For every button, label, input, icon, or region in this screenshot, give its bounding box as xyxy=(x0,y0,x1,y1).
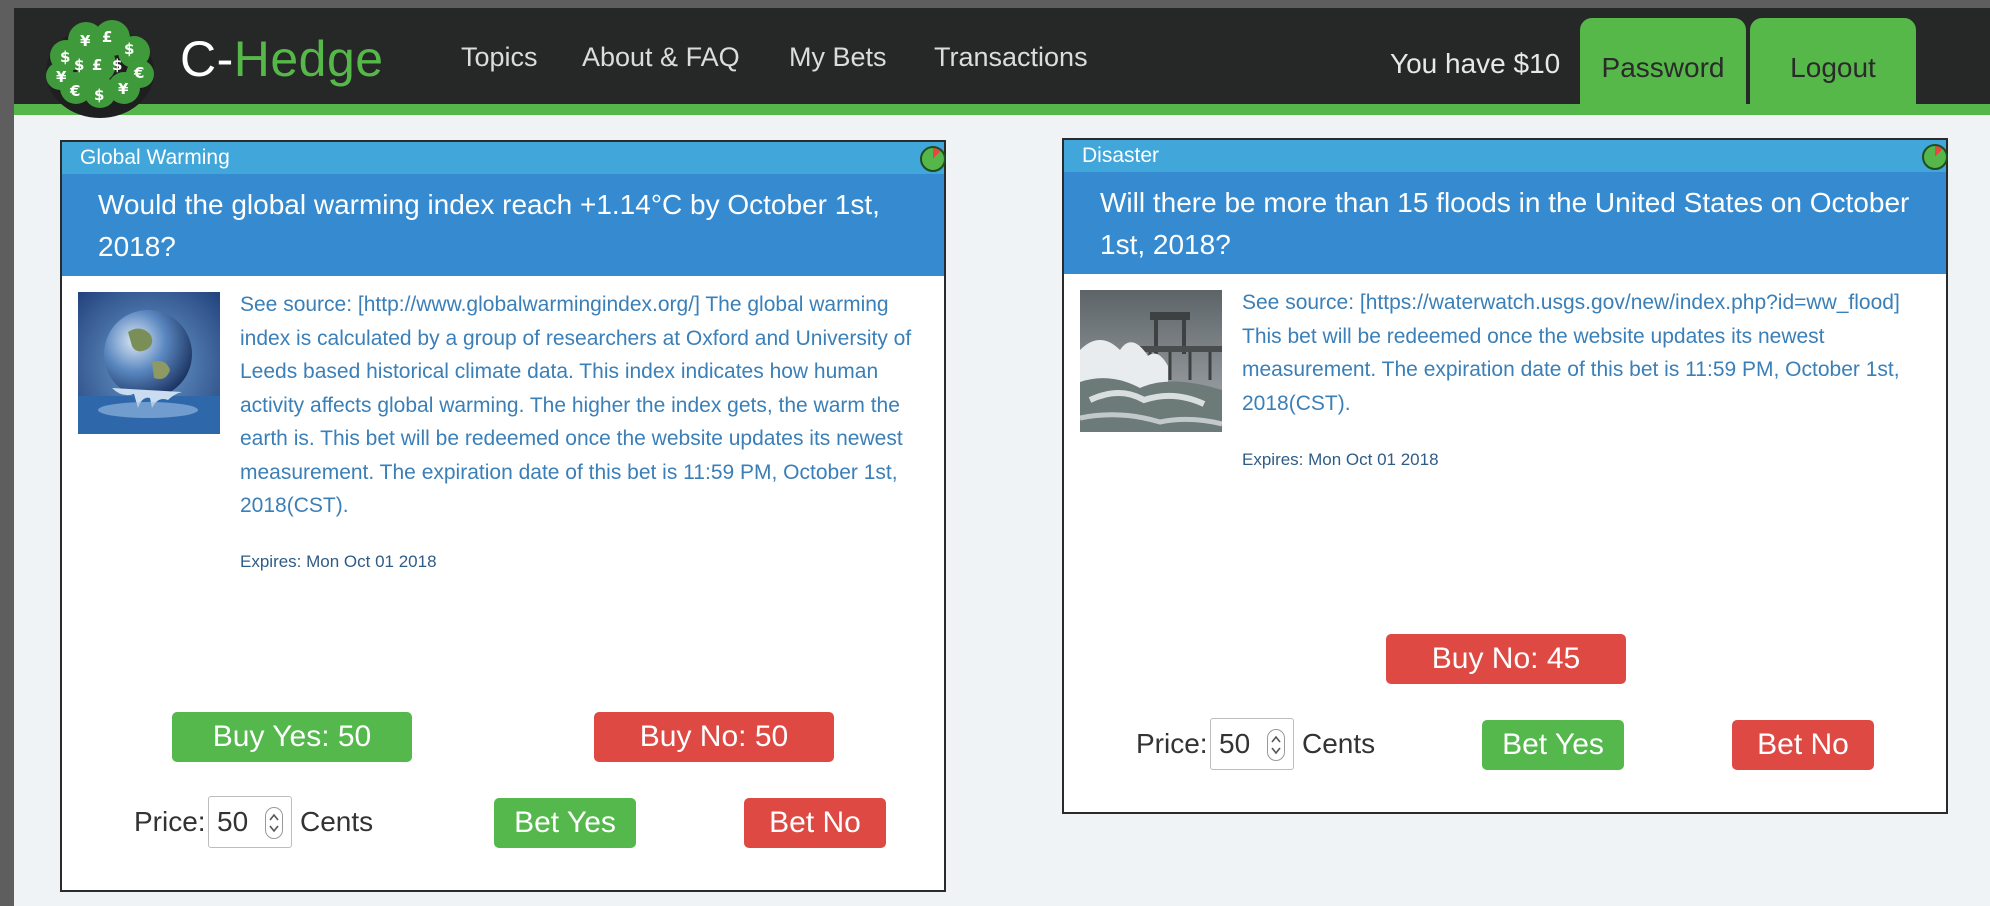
card-question: Would the global warming index reach +1.… xyxy=(62,174,944,276)
svg-text:€: € xyxy=(133,64,144,82)
card-expiry: Expires: Mon Oct 01 2018 xyxy=(1242,450,1439,469)
price-value: 50 xyxy=(217,806,249,837)
brand-name[interactable]: C-Hedge xyxy=(180,30,384,88)
svg-text:€: € xyxy=(69,82,80,100)
svg-text:$: $ xyxy=(112,56,122,74)
svg-text:$: $ xyxy=(74,56,84,74)
svg-text:$: $ xyxy=(124,40,134,58)
price-value: 50 xyxy=(1219,728,1251,759)
brain-currency-logo-icon[interactable]: $ ¥ £ $ € ¥ $ £ $ € $ ¥ xyxy=(36,14,160,122)
card-question: Will there be more than 15 floods in the… xyxy=(1064,172,1946,274)
card-category: Global Warming xyxy=(62,142,944,174)
nav-my-bets[interactable]: My Bets xyxy=(789,42,887,73)
cents-label: Cents xyxy=(300,806,374,837)
svg-text:¥: ¥ xyxy=(56,68,67,86)
svg-text:¥: ¥ xyxy=(80,32,91,50)
card-description: See source: [http://www.globalwarmingind… xyxy=(240,293,912,517)
logout-button[interactable]: Logout xyxy=(1750,18,1916,114)
logout-label: Logout xyxy=(1790,52,1876,83)
buy-yes-button[interactable]: Buy Yes: 50 xyxy=(172,712,412,762)
buy-no-button[interactable]: Buy No: 50 xyxy=(594,712,834,762)
stepper-arrows-icon[interactable] xyxy=(1267,729,1285,761)
bet-card-global-warming: Global Warming Would the global warming … xyxy=(60,140,946,892)
password-button[interactable]: Password xyxy=(1580,18,1746,114)
svg-text:£: £ xyxy=(92,56,102,74)
svg-text:$: $ xyxy=(94,86,104,104)
card-expiry: Expires: Mon Oct 01 2018 xyxy=(240,552,437,571)
nav-topics[interactable]: Topics xyxy=(461,42,538,73)
svg-text:¥: ¥ xyxy=(118,80,129,98)
password-label: Password xyxy=(1601,52,1725,83)
odds-pie-icon xyxy=(920,146,946,172)
bet-yes-button[interactable]: Bet Yes xyxy=(1482,720,1624,770)
nav-transactions[interactable]: Transactions xyxy=(934,42,1088,73)
page-frame: $ ¥ £ $ € ¥ $ £ $ € $ ¥ C-Hedge Topics About & F… xyxy=(14,8,1990,906)
svg-text:£: £ xyxy=(102,28,112,46)
brand-suffix: Hedge xyxy=(233,31,384,87)
buy-no-button[interactable]: Buy No: 45 xyxy=(1386,634,1626,684)
bet-no-button[interactable]: Bet No xyxy=(744,798,886,848)
price-input[interactable]: 50 xyxy=(208,796,292,848)
card-description: See source: [https://waterwatch.usgs.gov… xyxy=(1242,291,1900,415)
bet-yes-button[interactable]: Bet Yes xyxy=(494,798,636,848)
svg-text:$: $ xyxy=(60,48,70,66)
stepper-arrows-icon[interactable] xyxy=(265,807,283,839)
odds-pie-icon xyxy=(1922,144,1948,170)
card-category: Disaster xyxy=(1064,140,1946,172)
price-label: Price: xyxy=(134,806,206,837)
price-input[interactable]: 50 xyxy=(1210,718,1294,770)
melting-earth-image xyxy=(78,292,220,434)
cents-label: Cents xyxy=(1302,728,1376,759)
bet-card-disaster: Disaster Will there be more than 15 floo… xyxy=(1062,138,1948,814)
balance-display: You have $10 xyxy=(1390,48,1561,79)
bet-no-button[interactable]: Bet No xyxy=(1732,720,1874,770)
nav-about-faq[interactable]: About & FAQ xyxy=(582,42,740,73)
brand-prefix: C- xyxy=(180,31,234,87)
price-label: Price: xyxy=(1136,728,1208,759)
storm-pier-image xyxy=(1080,290,1222,432)
